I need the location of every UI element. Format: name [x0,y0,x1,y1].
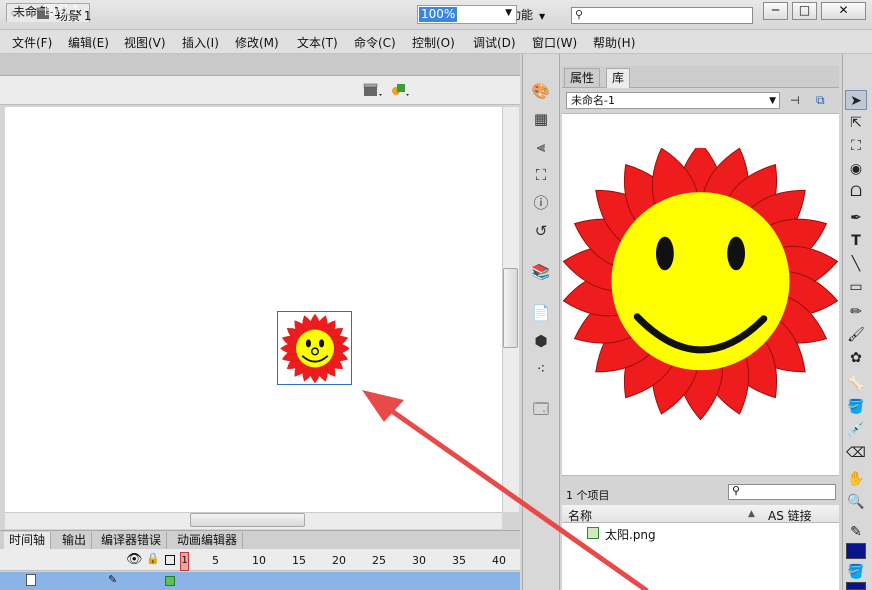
stroke-color-swatch[interactable] [846,543,866,559]
stroke-color-icon[interactable]: ✎ [845,522,867,542]
annotation-arrow [362,390,649,590]
tab-output[interactable]: 输出 [57,532,93,550]
zoom-select[interactable]: 100% ▼ [417,5,517,24]
help-search-input[interactable]: ⚲ [571,7,753,24]
maximize-button[interactable]: □ [792,2,817,20]
bone-icon[interactable]: 🦴 [845,374,867,394]
menu-help[interactable]: 帮助(H) [593,34,635,51]
horizontal-scroll-thumb[interactable] [190,513,305,527]
grid-swatches-icon[interactable]: ▦ [530,109,552,129]
rectangle-icon[interactable]: ▭ [845,277,867,297]
menu-file[interactable]: 文件(F) [12,34,52,51]
layer-icon [26,574,36,586]
lasso-icon[interactable]: ᗝ [845,182,867,202]
zoom-value: 100% [419,7,458,22]
tab-library[interactable]: 库 [606,68,631,88]
menu-modify[interactable]: 修改(M) [235,34,279,51]
edit-symbols-icon[interactable] [390,80,412,100]
sort-ascending-icon[interactable]: ▲ [748,509,755,519]
playhead[interactable]: 1 [180,552,189,571]
right-panel-tabs: 属性 库 [562,66,839,88]
align-icon[interactable]: ⫷ [530,137,552,157]
brush-icon[interactable]: 🖌 [845,325,867,345]
text-icon[interactable]: T [845,231,867,251]
vertical-scroll-thumb[interactable] [503,268,518,348]
transform-icon[interactable]: ⛶ [530,165,552,185]
document-tab-bar [0,54,520,76]
hand-icon[interactable]: ✋ [845,469,867,489]
layer-color-icon[interactable] [165,576,175,586]
pencil-icon: ✎ [108,573,118,586]
tab-properties[interactable]: 属性 [564,68,601,88]
selection-arrow-icon[interactable]: ➤ [845,90,867,110]
eye-icon[interactable]: 👁 [126,552,143,567]
code-snippets-icon[interactable]: 📄 [530,303,552,323]
column-as-linkage[interactable]: AS 链接 [768,507,812,524]
eraser-icon[interactable]: ⌫ [845,443,867,463]
selection-bounding-box [277,311,352,385]
history-icon[interactable]: ↺ [530,221,552,241]
frame-number: 20 [332,554,346,567]
pen-icon[interactable]: ✒ [845,208,867,228]
free-transform-icon[interactable]: ⛶ [845,136,867,156]
color-palette-icon[interactable]: 🎨 [530,81,552,101]
chevron-down-icon: ▼ [539,12,546,21]
minimize-button[interactable]: ─ [763,2,788,20]
subselection-arrow-icon[interactable]: ⇱ [845,113,867,133]
pencil-icon[interactable]: ✏ [845,302,867,322]
menu-edit[interactable]: 编辑(E) [68,34,109,51]
deco-icon[interactable]: ✿ [845,348,867,368]
fill-color-icon[interactable]: 🪣 [845,562,867,582]
menu-text[interactable]: 文本(T) [297,34,338,51]
search-icon: ⚲ [575,8,584,21]
edit-scene-icon[interactable] [362,80,384,100]
new-library-panel-icon[interactable]: ⧉ [816,93,825,108]
edit-bar [0,76,520,105]
tab-motion-editor[interactable]: 动画编辑器 [172,532,244,550]
back-arrow-icon[interactable]: ⇦ [10,6,20,20]
3d-rotation-icon[interactable]: ◉ [845,159,867,179]
tab-timeline[interactable]: 时间轴 [4,532,52,550]
pin-icon[interactable]: ⊣ [790,94,800,107]
menu-debug[interactable]: 调试(D) [473,34,516,51]
menu-control[interactable]: 控制(O) [412,34,455,51]
info-icon[interactable]: ⓘ [530,193,552,213]
fill-color-swatch[interactable] [846,582,866,590]
menu-bar: 文件(F) 编辑(E) 视图(V) 插入(I) 修改(M) 文本(T) 命令(C… [0,30,872,54]
library-books-icon[interactable]: 📚 [530,262,552,282]
frame-number: 10 [252,554,266,567]
frame-number: 5 [212,554,219,567]
frame-number: 15 [292,554,306,567]
line-icon[interactable]: ╲ [845,254,867,274]
library-document-label: 未命名-1 [571,94,615,107]
chevron-down-icon: ▼ [505,8,512,18]
menu-commands[interactable]: 命令(C) [354,34,396,51]
eyedropper-icon[interactable]: 💉 [845,420,867,440]
chevron-down-icon: ▼ [769,96,776,106]
menu-view[interactable]: 视图(V) [124,34,166,51]
tab-compiler-errors[interactable]: 编译器错误 [96,532,168,550]
library-document-select[interactable]: 未命名-1 ▼ [566,92,780,109]
search-icon: ⚲ [732,484,741,497]
library-search-input[interactable]: ⚲ [728,484,836,500]
paint-bucket-icon[interactable]: 🪣 [845,397,867,417]
outline-icon[interactable] [165,555,175,565]
close-button[interactable]: ✕ [821,2,866,20]
menu-insert[interactable]: 插入(I) [182,34,219,51]
components-icon[interactable]: ⬢ [530,331,552,351]
motion-presets-icon[interactable]: ⁖ [530,359,552,379]
menu-window[interactable]: 窗口(W) [532,34,577,51]
lock-icon[interactable]: 🔒 [146,552,160,565]
layer-name[interactable]: 图层 1 [44,1,79,18]
zoom-icon[interactable]: 🔍 [845,492,867,512]
